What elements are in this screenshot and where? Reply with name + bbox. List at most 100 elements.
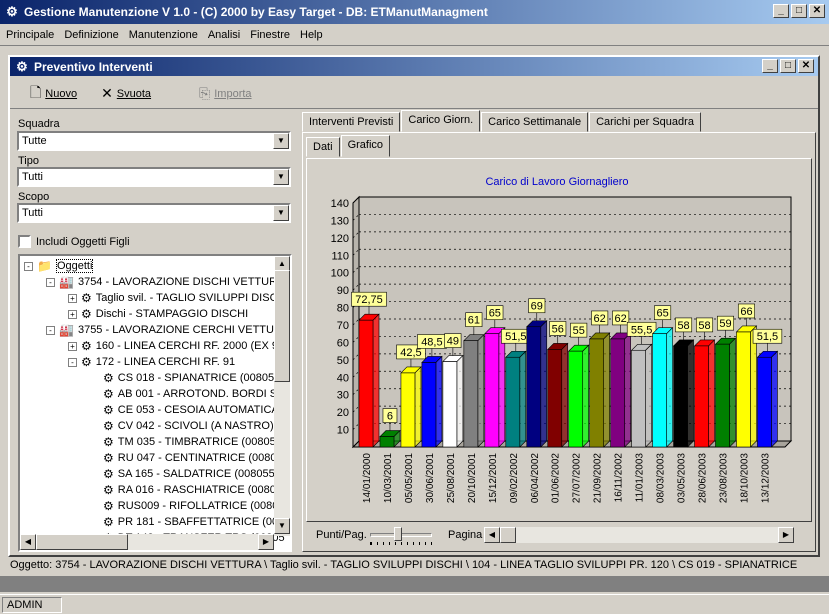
tree-node[interactable]: - 📁 Oggetti (24, 258, 94, 274)
x-tick-label: 30/06/2001 (425, 453, 436, 503)
page-right-arrow-icon[interactable]: ▶ (778, 527, 794, 543)
tree-node[interactable]: ⚙ TM 035 - TIMBRATRICE (008055/ (90, 434, 285, 450)
data-label: 65 (489, 308, 501, 320)
tab-carico-settimanale[interactable]: Carico Settimanale (481, 112, 589, 132)
tree-vertical-scrollbar[interactable]: ▲ ▼ (274, 256, 290, 536)
bar (736, 331, 751, 448)
child-title-bar[interactable]: ⚙ Preventivo Interventi _ □ ✕ (10, 57, 818, 76)
maximize-button[interactable]: □ (791, 4, 807, 18)
tab-carichi-squadra[interactable]: Carichi per Squadra (589, 112, 701, 132)
tree-node-label: SA 165 - SALDATRICE (008055/ (117, 468, 278, 480)
y-tick-label: 120 (331, 233, 349, 245)
chevron-down-icon[interactable]: ▼ (273, 169, 289, 185)
tree-node[interactable]: - ⚙ 172 - LINEA CERCHI RF. 91 (68, 354, 235, 370)
tree-node-label: Dischi - STAMPAGGIO DISCHI (95, 308, 249, 320)
child-close-button[interactable]: ✕ (798, 59, 814, 73)
slider-thumb[interactable] (394, 527, 402, 541)
tree-node[interactable]: ⚙ RA 016 - RASCHIATRICE (00805 (90, 482, 282, 498)
menu-manutenzione[interactable]: Manutenzione (129, 29, 198, 41)
page-scrollbar[interactable]: ◀ ▶ (484, 527, 794, 543)
tab-dati[interactable]: Dati (306, 137, 340, 157)
menu-finestre[interactable]: Finestre (250, 29, 290, 41)
tree-node[interactable]: ⚙ SA 165 - SALDATRICE (008055/ (90, 466, 278, 482)
bar-side (771, 350, 778, 448)
tree-node-label: CE 053 - CESOIA AUTOMATICA ( (117, 404, 285, 416)
chevron-down-icon[interactable]: ▼ (273, 133, 289, 149)
collapse-icon[interactable]: - (68, 357, 77, 367)
squadra-value: Tutte (22, 135, 47, 147)
scroll-left-arrow-icon[interactable]: ◀ (20, 534, 36, 550)
include-children-checkbox[interactable]: Includi Oggetti Figli (18, 235, 130, 248)
y-tick-label: 50 (337, 355, 349, 367)
tree-node[interactable]: + ⚙ Dischi - STAMPAGGIO DISCHI (68, 306, 248, 322)
scopo-value: Tutti (22, 207, 43, 219)
scopo-select[interactable]: Tutti ▼ (17, 203, 291, 223)
menu-definizione[interactable]: Definizione (64, 29, 118, 41)
tab-carico-giornaliero[interactable]: Carico Giorn. (401, 110, 481, 132)
tree-node[interactable]: - 🏭 3754 - LAVORAZIONE DISCHI VETTURA (46, 274, 284, 290)
checkbox-box[interactable] (18, 235, 31, 248)
tab-grafico[interactable]: Grafico (340, 135, 391, 157)
svuota-button[interactable]: ✕ Svuota (97, 83, 155, 105)
collapse-icon[interactable]: - (24, 261, 33, 271)
tree-horizontal-scrollbar[interactable]: ◀ ▶ (20, 534, 274, 550)
importa-button[interactable]: ⎘ Importa (195, 83, 256, 105)
points-slider[interactable] (370, 527, 432, 545)
page-left-arrow-icon[interactable]: ◀ (484, 527, 500, 543)
data-label: 72,75 (355, 294, 383, 306)
scroll-thumb[interactable] (274, 270, 290, 382)
close-button[interactable]: ✕ (809, 4, 825, 18)
app-title-bar[interactable]: ⚙ Gestione Manutenzione V 1.0 - (C) 2000… (0, 0, 829, 24)
tree-node[interactable]: ⚙ RU 047 - CENTINATRICE (008055 (90, 450, 289, 466)
tree-node[interactable]: + ⚙ 160 - LINEA CERCHI RF. 2000 (EX 97 (68, 338, 284, 354)
child-gear-icon: ⚙ (16, 58, 28, 74)
menu-help[interactable]: Help (300, 29, 323, 41)
menu-principale[interactable]: Principale (6, 29, 54, 41)
tipo-select[interactable]: Tutti ▼ (17, 167, 291, 187)
expand-icon[interactable]: + (68, 309, 77, 319)
tab-interventi-previsti[interactable]: Interventi Previsti (302, 112, 401, 132)
object-tree[interactable]: - 📁 Oggetti - 🏭 3754 - LAVORAZIONE DISCHI VET… (18, 254, 292, 552)
data-label: 61 (468, 315, 480, 327)
gear-icon: ⚙ (103, 499, 114, 513)
tree-node[interactable]: ⚙ RUS009 - RIFOLLATRICE (00805 (90, 498, 284, 514)
gear-icon: ⚙ (103, 451, 114, 465)
expand-icon[interactable]: + (68, 293, 77, 303)
bar-side (435, 355, 443, 448)
child-maximize-button[interactable]: □ (780, 59, 796, 73)
expand-icon[interactable]: + (68, 341, 77, 351)
tree-node[interactable]: ⚙ PR 181 - SBAFFETTATRICE (008 (90, 514, 284, 530)
menu-analisi[interactable]: Analisi (208, 29, 240, 41)
x-tick-label: 14/01/2000 (362, 453, 373, 503)
squadra-select[interactable]: Tutte ▼ (17, 131, 291, 151)
scroll-right-arrow-icon[interactable]: ▶ (258, 534, 274, 550)
nuovo-button[interactable]: 🗋 Nuovo (26, 83, 81, 105)
minimize-button[interactable]: _ (773, 4, 789, 18)
svuota-label: Svuota (116, 87, 152, 100)
y-tick-label: 30 (337, 390, 349, 402)
tree-node[interactable]: + ⚙ Taglio svil. - TAGLIO SVILUPPI DISCHI (68, 290, 289, 306)
nuovo-label: Nuovo (45, 87, 78, 100)
tree-node-label: TM 035 - TIMBRATRICE (008055/ (117, 436, 285, 448)
bar (442, 361, 458, 448)
tree-node-label: RA 016 - RASCHIATRICE (00805 (117, 484, 283, 496)
object-path-status: Oggetto: 3754 - LAVORAZIONE DISCHI VETTU… (10, 559, 798, 571)
chevron-down-icon[interactable]: ▼ (273, 205, 289, 221)
clear-x-icon: ✕ (101, 85, 113, 101)
tree-node[interactable]: - 🏭 3755 - LAVORAZIONE CERCHI VETTURA (46, 322, 289, 338)
tree-node-label: Oggetti (55, 259, 94, 273)
hscroll-thumb[interactable] (36, 534, 128, 550)
collapse-icon[interactable]: - (46, 325, 55, 335)
tree-node-label: RU 047 - CENTINATRICE (008055 (117, 452, 289, 464)
tree-node-label: 160 - LINEA CERCHI RF. 2000 (EX 97 (95, 340, 285, 352)
scroll-down-arrow-icon[interactable]: ▼ (274, 518, 290, 534)
tree-node[interactable]: ⚙ CE 053 - CESOIA AUTOMATICA ( (90, 402, 285, 418)
page-scroll-thumb[interactable] (500, 527, 516, 543)
tree-node-label: AB 001 - ARROTOND. BORDI STI (117, 388, 287, 400)
tree-node[interactable]: ⚙ CV 042 - SCIVOLI (A NASTRO) ( (90, 418, 280, 434)
tree-node[interactable]: ⚙ CS 018 - SPIANATRICE (008055/ (90, 370, 283, 386)
tree-node[interactable]: ⚙ AB 001 - ARROTOND. BORDI STI (90, 386, 287, 402)
child-minimize-button[interactable]: _ (762, 59, 778, 73)
collapse-icon[interactable]: - (46, 277, 55, 287)
y-tick-label: 80 (337, 303, 349, 315)
